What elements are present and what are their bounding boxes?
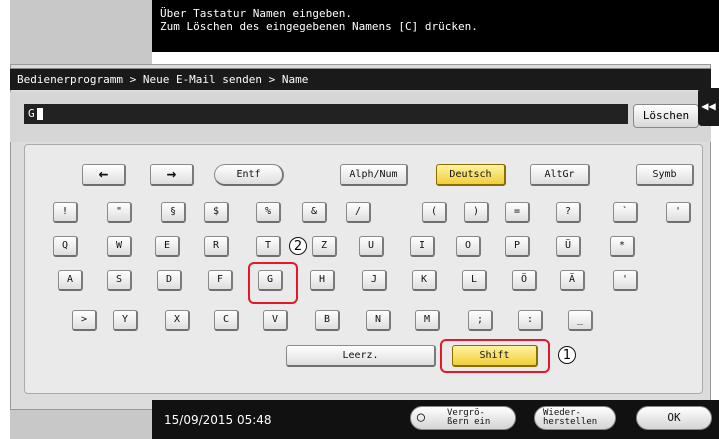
key-exclamation[interactable]: ! [53, 202, 78, 223]
key-j[interactable]: J [362, 270, 387, 291]
double-chevron-left-icon[interactable]: ◀◀ [698, 88, 719, 126]
key-greater-than[interactable]: > [72, 310, 97, 331]
key-ampersand[interactable]: & [302, 202, 327, 223]
key-m[interactable]: M [415, 310, 440, 331]
key-f[interactable]: F [208, 270, 233, 291]
key-a[interactable]: A [58, 270, 83, 291]
deutsch-key[interactable]: Deutsch [436, 164, 506, 186]
key-colon[interactable]: : [518, 310, 543, 331]
restore-button[interactable]: Wieder- herstellen [534, 406, 616, 430]
name-input-value: G [28, 107, 35, 120]
message-line-2: Zum Löschen des eingegebenen Namens [C] … [160, 20, 478, 33]
key-o-umlaut[interactable]: Ö [512, 270, 537, 291]
key-x[interactable]: X [165, 310, 190, 331]
callout-1: 1 [558, 346, 576, 364]
alph-num-key[interactable]: Alph/Num [340, 164, 408, 186]
key-dollar[interactable]: $ [204, 202, 229, 223]
key-s[interactable]: S [107, 270, 132, 291]
delete-button[interactable]: Löschen [633, 104, 699, 128]
key-b[interactable]: B [315, 310, 340, 331]
breadcrumb: Bedienerprogramm > Neue E-Mail senden > … [10, 68, 711, 90]
key-e[interactable]: E [155, 236, 180, 257]
zoom-label-2: ßern ein [447, 417, 491, 427]
key-u-umlaut[interactable]: Ü [556, 236, 581, 257]
back-arrow-key[interactable]: ← [82, 164, 126, 186]
key-r[interactable]: R [204, 236, 229, 257]
key-close-paren[interactable]: ) [464, 202, 489, 223]
key-a-umlaut[interactable]: Ä [560, 270, 585, 291]
bottom-left-strip [10, 410, 152, 439]
key-n[interactable]: N [366, 310, 391, 331]
key-apostrophe[interactable]: ' [666, 202, 691, 223]
key-u[interactable]: U [359, 236, 384, 257]
key-double-quote[interactable]: " [107, 202, 132, 223]
key-i[interactable]: I [410, 236, 435, 257]
key-w[interactable]: W [107, 236, 132, 257]
delete-char-key[interactable]: Entf [214, 164, 284, 186]
key-l[interactable]: L [462, 270, 487, 291]
zoom-icon: ◯ [417, 410, 425, 425]
key-open-paren[interactable]: ( [422, 202, 447, 223]
key-asterisk[interactable]: * [610, 236, 635, 257]
key-k[interactable]: K [412, 270, 437, 291]
space-key[interactable]: Leerz. [286, 345, 436, 367]
restore-label-2: herstellen [543, 417, 598, 427]
key-slash[interactable]: / [346, 202, 371, 223]
key-p[interactable]: P [505, 236, 530, 257]
key-equals[interactable]: = [505, 202, 530, 223]
key-d[interactable]: D [157, 270, 182, 291]
key-t[interactable]: T [256, 236, 281, 257]
key-quote[interactable]: ' [613, 270, 638, 291]
key-v[interactable]: V [263, 310, 288, 331]
altgr-key[interactable]: AltGr [530, 164, 590, 186]
top-left-strip [10, 0, 152, 65]
datetime: 15/09/2015 05:48 [164, 413, 272, 427]
key-q[interactable]: Q [53, 236, 78, 257]
key-o[interactable]: O [456, 236, 481, 257]
key-h[interactable]: H [310, 270, 335, 291]
message-bar: Über Tastatur Namen eingeben. Zum Lösche… [152, 0, 719, 52]
text-cursor [36, 108, 43, 120]
message-line-1: Über Tastatur Namen eingeben. [160, 7, 353, 20]
key-section[interactable]: § [161, 202, 186, 223]
key-semicolon[interactable]: ; [468, 310, 493, 331]
zoom-button[interactable]: ◯ Vergrö- ßern ein [410, 406, 516, 430]
key-c[interactable]: C [214, 310, 239, 331]
key-underscore[interactable]: _ [568, 310, 593, 331]
g-key-highlight [248, 262, 298, 304]
key-z[interactable]: Z [312, 236, 337, 257]
ok-button[interactable]: OK [636, 406, 712, 430]
key-question[interactable]: ? [556, 202, 581, 223]
forward-arrow-key[interactable]: → [150, 164, 194, 186]
key-y[interactable]: Y [113, 310, 138, 331]
shift-key-highlight [440, 339, 550, 373]
callout-2: 2 [289, 237, 307, 255]
key-percent[interactable]: % [256, 202, 281, 223]
symb-key[interactable]: Symb [636, 164, 694, 186]
name-input[interactable]: G [24, 104, 628, 124]
key-backtick[interactable]: ` [613, 202, 638, 223]
